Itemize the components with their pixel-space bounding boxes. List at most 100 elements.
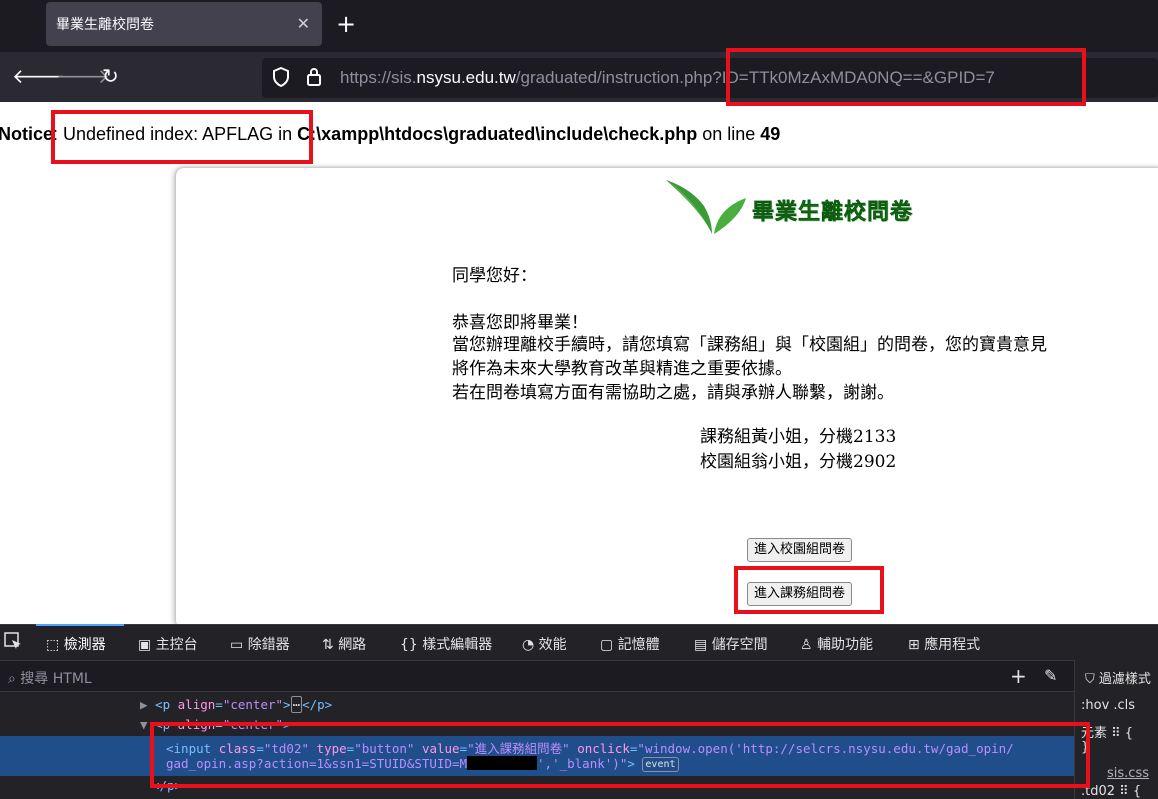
tab-debugger[interactable]: ▭ 除錯器 — [230, 634, 290, 654]
search-icon: ⌕ — [8, 671, 21, 687]
navigation-bar: 🡐 🡒 ↻ https://sis.nsysu.edu.tw/graduated… — [0, 52, 1158, 102]
element-rule: 元素 ⠿ { — [1081, 726, 1134, 741]
tab-network[interactable]: ⇅ 網路 — [322, 634, 366, 654]
accessibility-icon: ♙ — [800, 637, 818, 653]
notice-label: Notice — [0, 124, 54, 144]
tab-inspector[interactable]: ⬚ 檢測器 — [46, 634, 106, 654]
instruction-line-1: 當您辦理離校手續時，請您填寫「課務組」與「校園組」的問卷，您的寶貴意見 — [452, 335, 1047, 355]
shield-icon[interactable] — [272, 66, 290, 92]
html-search-input[interactable]: ⌕ 搜尋 HTML — [8, 668, 92, 688]
input-tag-open: <input — [166, 741, 219, 756]
input-tag-end: > — [627, 756, 635, 771]
new-tab-button[interactable]: + — [336, 10, 356, 38]
tab-storage-label: 儲存空間 — [711, 637, 768, 653]
debugger-icon: ▭ — [230, 637, 248, 653]
tree-node-p-close[interactable]: </p> — [152, 778, 182, 793]
tab-memory[interactable]: ▢ 記憶體 — [600, 634, 660, 654]
logo-title: 畢業生離校問卷 — [752, 200, 914, 226]
redacted-block — [467, 756, 538, 770]
close-tab-icon[interactable]: ✕ — [297, 14, 310, 34]
tab-bar: 畢業生離校問卷 ✕ + — [0, 0, 1158, 52]
input-class-attr: class — [218, 741, 257, 756]
style-editor-icon: {} — [400, 637, 423, 653]
php-notice: Notice: Undefined index: APFLAG in C:\xa… — [0, 124, 780, 145]
collapse-arrow-icon[interactable]: ▼ — [140, 717, 155, 732]
contact-course: 課務組黃小姐，分機2133 — [700, 427, 897, 447]
storage-icon: ▤ — [694, 637, 712, 653]
active-tab-indicator — [36, 624, 124, 626]
tab-title: 畢業生離校問卷 — [56, 17, 154, 33]
p-tag-close: </p> — [302, 697, 333, 712]
filter-styles[interactable]: ⛉ 過濾樣式 — [1085, 668, 1151, 687]
application-icon: ⊞ — [908, 637, 925, 653]
devtools-toolbar: ⬚ 檢測器 ▣ 主控台 ▭ 除錯器 ⇅ 網路 {} 樣式編輯器 ◔ 效能 ▢ 記… — [0, 624, 1158, 660]
filter-icon: ⛉ — [1085, 672, 1099, 687]
campus-survey-button[interactable]: 進入校園組問卷 — [747, 538, 853, 562]
tab-console-label: 主控台 — [155, 637, 198, 653]
tab-style-editor[interactable]: {} 樣式編輯器 — [400, 634, 492, 654]
td02-selector: .td02 — [1081, 784, 1116, 799]
inspector-icon: ⬚ — [46, 637, 64, 653]
input-class-val: "td02" — [263, 741, 310, 756]
input-onclick-attr: onclick — [577, 741, 630, 756]
greeting: 同學您好： — [452, 266, 537, 286]
instruction-line-3: 若在問卷填寫方面有需協助之處，請與承辦人聯繫，謝謝。 — [452, 383, 894, 403]
url-path: /graduated/instruction.php?ID=TTk0MzAxMD… — [515, 68, 995, 87]
memory-icon: ▢ — [600, 637, 618, 653]
course-survey-button[interactable]: 進入課務組問卷 — [747, 582, 853, 606]
input-node-line-1[interactable]: <input class="td02" type="button" value=… — [166, 738, 1014, 757]
tab-storage[interactable]: ▤ 儲存空間 — [694, 634, 768, 654]
notice-line-text: on line — [697, 124, 761, 144]
tab-debugger-label: 除錯器 — [247, 637, 290, 653]
input-node-line-2[interactable]: gad_opin.asp?action=1&ssn1=STUID&STUID=M… — [166, 756, 679, 772]
tab-performance[interactable]: ◔ 效能 — [522, 634, 567, 654]
url-host: nsysu.edu.tw — [416, 68, 516, 87]
stylesheet-link[interactable]: sis.css — [1107, 766, 1149, 781]
input-value-val: "進入課務組問卷" — [467, 741, 570, 756]
tab-network-label: 網路 — [338, 637, 367, 653]
reload-icon[interactable]: ↻ — [102, 64, 119, 88]
tree-node-p-open[interactable]: ▼ <p align="center"> — [140, 717, 291, 732]
pick-element-icon[interactable] — [4, 632, 22, 654]
element-rule-close: } — [1081, 740, 1090, 755]
collapsed-ellipsis[interactable]: ⋯ — [290, 696, 303, 713]
tab-accessibility-label: 輔助功能 — [817, 637, 874, 653]
p-attr: align — [177, 697, 216, 712]
tab-application-label: 應用程式 — [924, 637, 981, 653]
input-onclick-val-3: ','_blank')" — [537, 756, 628, 771]
tree-node-p[interactable]: ▶ <p align="center"> ⋯ </p> — [140, 696, 333, 713]
tab-accessibility[interactable]: ♙ 輔助功能 — [800, 634, 873, 654]
hov-cls-toggles[interactable]: :hov .cls — [1081, 698, 1135, 713]
congrats-text: 恭喜您即將畢業！ — [452, 313, 588, 333]
expand-arrow-icon[interactable]: ▶ — [140, 697, 155, 712]
instruction-line-2: 將作為未來大學教育改革與精進之重要依據。 — [452, 359, 792, 379]
tab-console[interactable]: ▣ 主控台 — [138, 634, 198, 654]
performance-icon: ◔ — [522, 637, 539, 653]
url-text[interactable]: https://sis.nsysu.edu.tw/graduated/instr… — [340, 68, 995, 88]
search-placeholder: 搜尋 HTML — [20, 671, 92, 687]
url-prefix: https://sis. — [340, 68, 417, 87]
rules-panel: ⛉ 過濾樣式 :hov .cls 元素 ⠿ { } sis.css .td02 … — [1074, 660, 1158, 799]
console-icon: ▣ — [138, 637, 156, 653]
p2-attr: align — [177, 717, 216, 732]
input-value-attr: value — [421, 741, 460, 756]
input-type-val: "button" — [354, 741, 415, 756]
input-onclick-val-2: gad_opin.asp?action=1&ssn1=STUID&STUID=M — [166, 756, 468, 771]
tab-application[interactable]: ⊞ 應用程式 — [908, 634, 980, 654]
event-badge[interactable]: event — [642, 757, 679, 772]
lock-icon[interactable] — [306, 67, 322, 92]
p2-attr-val: "center" — [222, 717, 284, 732]
address-bar[interactable]: https://sis.nsysu.edu.tw/graduated/instr… — [262, 58, 1158, 98]
td02-rule: .td02 ⠿ { — [1081, 784, 1142, 799]
tab-style-editor-label: 樣式編輯器 — [422, 637, 493, 653]
notice-message: : Undefined index: APFLAG in — [53, 124, 298, 144]
add-node-icon[interactable]: + — [1010, 664, 1027, 688]
eyedropper-icon[interactable]: ✎ — [1044, 666, 1057, 685]
input-onclick-val-1: "window.open('http://selcrs.nsysu.edu.tw… — [637, 741, 1014, 756]
browser-tab[interactable]: 畢業生離校問卷 ✕ — [46, 2, 322, 46]
tab-inspector-label: 檢測器 — [63, 637, 106, 653]
input-type-attr: type — [316, 741, 347, 756]
leaf-icon — [666, 180, 746, 234]
html-search-bar[interactable]: ⌕ 搜尋 HTML + ✎ — [0, 660, 1074, 692]
tab-performance-label: 效能 — [538, 637, 567, 653]
